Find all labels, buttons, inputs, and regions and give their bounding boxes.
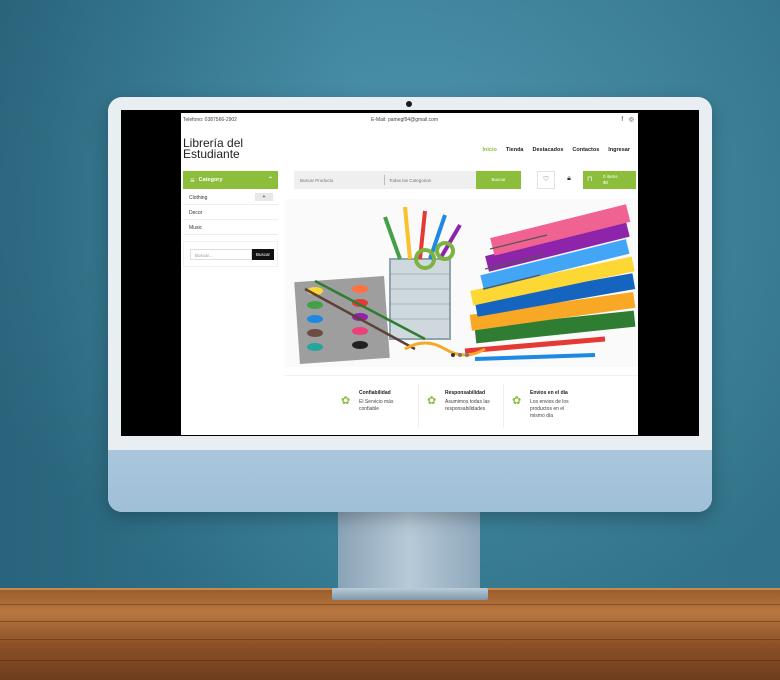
instagram-icon[interactable]: ◎: [629, 117, 634, 123]
category-label: Category: [198, 177, 223, 183]
desk-grain: [0, 660, 780, 661]
product-search-bar: Buscar Producto Todas las Categorias Bus…: [294, 171, 521, 189]
logo-line-2: Estudiante: [183, 147, 240, 161]
site-logo[interactable]: Librería del Estudiante: [183, 137, 263, 161]
sidebar-search-button[interactable]: Buscar: [252, 249, 274, 260]
gear-icon: ✿: [512, 395, 522, 407]
desk-grain: [0, 604, 780, 605]
sidebar-search-input[interactable]: Buscar...: [190, 249, 252, 260]
lock-icon[interactable]: 🔒︎: [560, 171, 578, 189]
monitor-stand-base: [332, 588, 488, 600]
category-toggle-button[interactable]: ≡ Category ⌃: [183, 171, 278, 189]
cart-total: $0: [603, 179, 609, 185]
feature-divider: [418, 384, 419, 428]
chevron-up-icon: ⌃: [267, 177, 273, 183]
gear-icon: ✿: [341, 395, 351, 407]
features-strip: ✿ Confiabilidad El Servicio más confiabl…: [285, 375, 638, 435]
category-select[interactable]: Todas las Categorias: [389, 178, 431, 183]
hero-slider[interactable]: [285, 199, 638, 367]
shopping-bag-icon: ⊓: [587, 176, 593, 183]
desk-grain: [0, 639, 780, 640]
category-item-music[interactable]: Music: [183, 220, 278, 235]
feature-desc: Asumimos todas las responsabilidades: [445, 399, 490, 412]
product-search-button[interactable]: Buscar: [476, 171, 521, 189]
email-text: E-Mail: pamegf94@gmail.com: [371, 117, 439, 123]
main-nav: Inicio Tienda Destacados Contactos Ingre…: [482, 147, 630, 153]
category-item-label: Clothing: [189, 195, 208, 201]
feature-envios: ✿ Envios en el día Los envios de los pro…: [512, 390, 610, 420]
monitor-chin: [108, 450, 712, 512]
hamburger-icon: ≡: [190, 175, 195, 185]
monitor-stand: [338, 505, 480, 595]
nav-item-destacados[interactable]: Destacados: [533, 147, 564, 153]
slider-dot[interactable]: [451, 353, 455, 357]
website-screen: Telefono: 0387566-2902 E-Mail: pamegf94@…: [181, 113, 638, 435]
nav-item-tienda[interactable]: Tienda: [506, 147, 524, 153]
sidebar-search: Buscar... Buscar: [183, 241, 278, 267]
category-item-label: Music: [189, 225, 203, 231]
expand-plus-icon[interactable]: +: [255, 193, 273, 201]
category-item-label: Decor: [189, 210, 203, 216]
social-links: f ◎: [617, 116, 634, 123]
slider-dot[interactable]: [458, 353, 462, 357]
feature-desc: El Servicio más confiable: [359, 399, 394, 412]
top-info-bar: Telefono: 0387566-2902 E-Mail: pamegf94@…: [181, 113, 638, 127]
search-divider: [384, 175, 385, 185]
phone-text: Telefono: 0387566-2902: [183, 117, 237, 123]
facebook-icon[interactable]: f: [621, 117, 623, 123]
slider-dots: [451, 353, 469, 357]
category-item-clothing[interactable]: Clothing +: [183, 190, 278, 205]
nav-item-inicio[interactable]: Inicio: [482, 147, 496, 153]
webcam-icon: [406, 101, 412, 107]
nav-item-contactos[interactable]: Contactos: [572, 147, 599, 153]
wooden-desk: [0, 590, 780, 680]
gear-icon: ✿: [427, 395, 437, 407]
cart-items-count: 0 items: [603, 174, 618, 179]
desk-grain: [0, 621, 780, 622]
wishlist-heart-icon[interactable]: ♡: [537, 171, 555, 189]
cart-button[interactable]: ⊓ 0 items $0: [583, 171, 636, 189]
category-list: Clothing + Decor Music: [183, 190, 278, 235]
cart-summary: 0 items $0: [603, 174, 618, 185]
slider-dot[interactable]: [465, 353, 469, 357]
school-supplies-illustration: [294, 204, 636, 365]
feature-title: Envios en el día: [530, 390, 568, 396]
category-item-decor[interactable]: Decor: [183, 205, 278, 220]
nav-item-ingresar[interactable]: Ingresar: [608, 147, 630, 153]
feature-divider: [503, 384, 504, 428]
feature-desc: Los envios de los productos en el mismo …: [530, 399, 569, 419]
product-search-input[interactable]: Buscar Producto: [300, 178, 333, 183]
